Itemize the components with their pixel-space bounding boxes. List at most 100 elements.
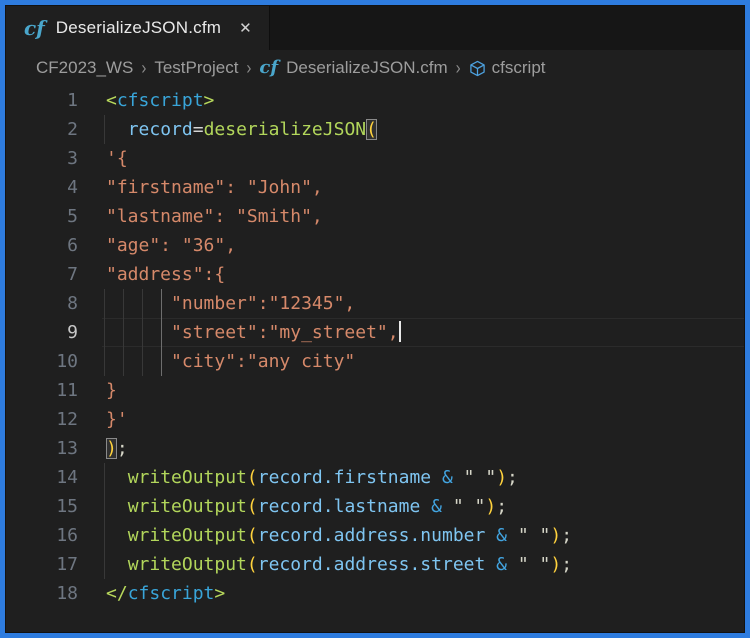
code-token: cfscript — [117, 90, 204, 111]
code-token: ) — [106, 438, 117, 459]
code-editor: 1<cfscript>2 record=deserializeJSON(3'{4… — [6, 86, 744, 632]
code-token: "lastname": "Smith", — [106, 206, 323, 227]
code-token: record — [128, 119, 193, 140]
code-token: "number":"12345", — [171, 293, 355, 314]
code-token: ; — [561, 525, 572, 546]
chevron-right-icon: › — [246, 57, 251, 78]
code-line[interactable]: 12}' — [6, 405, 744, 434]
line-number: 2 — [6, 115, 102, 144]
code-token: " " — [453, 467, 496, 488]
vscode-window: cf DeserializeJSON.cfm ✕ CF2023_WS › Tes… — [0, 0, 750, 638]
code-token: ( — [366, 119, 377, 140]
code-line[interactable]: 8 "number":"12345", — [6, 289, 744, 318]
code-token: }' — [106, 409, 128, 430]
tab-label: DeserializeJSON.cfm — [56, 18, 221, 38]
indent-guide — [104, 115, 105, 144]
code-token: ) — [485, 496, 496, 517]
line-number: 15 — [6, 492, 102, 521]
code-token: ) — [550, 554, 561, 575]
line-number: 8 — [6, 289, 102, 318]
code-line[interactable]: 13); — [6, 434, 744, 463]
code-token — [106, 119, 128, 140]
code-token: & — [431, 496, 442, 517]
code-token: ) — [550, 525, 561, 546]
code-token — [106, 525, 128, 546]
line-number: 13 — [6, 434, 102, 463]
code-token: " " — [507, 554, 550, 575]
code-line[interactable]: 15 writeOutput(record.lastname & " "); — [6, 492, 744, 521]
code-lines: 1<cfscript>2 record=deserializeJSON(3'{4… — [6, 86, 744, 608]
code-token: "street":"my_street", — [171, 322, 399, 343]
line-number: 9 — [6, 318, 102, 347]
indent-guide-active — [161, 289, 162, 376]
code-line[interactable]: 2 record=deserializeJSON( — [6, 115, 744, 144]
code-token — [106, 496, 128, 517]
line-number: 14 — [6, 463, 102, 492]
line-number: 16 — [6, 521, 102, 550]
code-line[interactable]: 16 writeOutput(record.address.number & "… — [6, 521, 744, 550]
line-number: 12 — [6, 405, 102, 434]
line-number: 17 — [6, 550, 102, 579]
code-token: "city":"any city" — [171, 351, 355, 372]
code-line[interactable]: 4"firstname": "John", — [6, 173, 744, 202]
code-token: ( — [247, 467, 258, 488]
line-number: 3 — [6, 144, 102, 173]
code-token: writeOutput — [128, 525, 247, 546]
tab-deserializejson[interactable]: cf DeserializeJSON.cfm ✕ — [6, 6, 270, 50]
close-icon[interactable]: ✕ — [236, 17, 255, 39]
code-token: writeOutput — [128, 467, 247, 488]
code-token: deserializeJSON — [204, 119, 367, 140]
code-token — [485, 525, 496, 546]
code-token: record.firstname — [258, 467, 431, 488]
coldfusion-icon: cf — [259, 59, 280, 77]
indent-guide — [104, 289, 105, 376]
indent-guide — [123, 289, 124, 376]
code-token: '{ — [106, 148, 128, 169]
breadcrumb: CF2023_WS › TestProject › cf Deserialize… — [6, 50, 744, 86]
symbol-cube-icon — [469, 60, 486, 77]
breadcrumb-item-file[interactable]: cf DeserializeJSON.cfm — [259, 58, 447, 78]
breadcrumb-item-symbol[interactable]: cfscript — [469, 58, 546, 78]
chevron-right-icon: › — [456, 57, 461, 78]
line-number: 6 — [6, 231, 102, 260]
code-token — [420, 496, 431, 517]
code-token — [485, 554, 496, 575]
code-token: = — [193, 119, 204, 140]
code-token: < — [106, 90, 117, 111]
line-number: 1 — [6, 86, 102, 115]
code-token: writeOutput — [128, 554, 247, 575]
code-token: record.address.street — [258, 554, 486, 575]
code-line[interactable]: 3'{ — [6, 144, 744, 173]
line-number: 4 — [6, 173, 102, 202]
code-line[interactable]: 18</cfscript> — [6, 579, 744, 608]
breadcrumb-item-workspace[interactable]: CF2023_WS — [36, 58, 133, 78]
code-line[interactable]: 6"age": "36", — [6, 231, 744, 260]
code-line[interactable]: 9 "street":"my_street", — [6, 318, 744, 347]
code-line[interactable]: 14 writeOutput(record.firstname & " "); — [6, 463, 744, 492]
code-token: cfscript — [128, 583, 215, 604]
code-line[interactable]: 10 "city":"any city" — [6, 347, 744, 376]
code-line[interactable]: 11} — [6, 376, 744, 405]
code-token: & — [496, 554, 507, 575]
code-token: & — [496, 525, 507, 546]
code-line[interactable]: 1<cfscript> — [6, 86, 744, 115]
code-token: ) — [496, 467, 507, 488]
code-line[interactable]: 5"lastname": "Smith", — [6, 202, 744, 231]
code-token: " " — [507, 525, 550, 546]
code-token: ( — [247, 525, 258, 546]
coldfusion-icon: cf — [24, 18, 47, 38]
code-token: ( — [247, 554, 258, 575]
code-token: > — [214, 583, 225, 604]
indent-guide — [142, 289, 143, 376]
code-line[interactable]: 7"address":{ — [6, 260, 744, 289]
code-token: > — [204, 90, 215, 111]
code-line[interactable]: 17 writeOutput(record.address.street & "… — [6, 550, 744, 579]
breadcrumb-item-project[interactable]: TestProject — [154, 58, 238, 78]
tab-bar: cf DeserializeJSON.cfm ✕ — [6, 6, 744, 50]
code-token: ; — [561, 554, 572, 575]
code-token: "firstname": "John", — [106, 177, 323, 198]
code-token: " " — [442, 496, 485, 517]
line-number: 10 — [6, 347, 102, 376]
code-token: ( — [247, 496, 258, 517]
code-token: } — [106, 380, 117, 401]
